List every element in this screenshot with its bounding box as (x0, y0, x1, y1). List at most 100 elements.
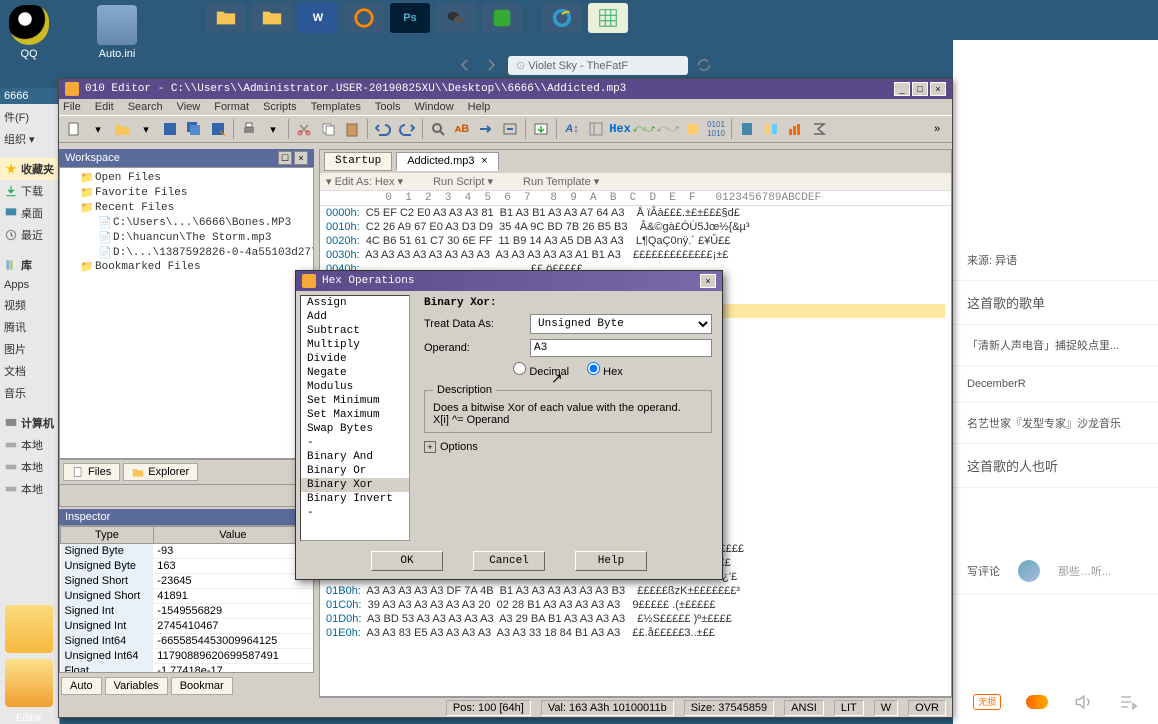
treat-data-select[interactable]: Unsigned Byte (530, 314, 712, 334)
print-icon[interactable] (238, 118, 260, 140)
files-tab[interactable]: Files (63, 463, 120, 481)
new-drop-icon[interactable]: ▾ (87, 118, 109, 140)
taskbar-ie[interactable] (542, 3, 582, 33)
run-script-dropdown[interactable]: Run Script ▾ (433, 175, 493, 188)
sidebar-recent[interactable]: 最近 (0, 224, 59, 246)
menu-tools[interactable]: Tools (375, 101, 401, 113)
close-button[interactable]: × (930, 82, 946, 96)
sidebar-comp[interactable]: 计算机 (0, 412, 59, 434)
inspector-row[interactable]: Signed Int64-6655854453009964125 (61, 634, 313, 649)
run-template-dropdown[interactable]: Run Template ▾ (523, 175, 599, 188)
save-icon[interactable] (159, 118, 181, 140)
op-item[interactable]: Binary Invert (301, 492, 409, 506)
binary-icon[interactable]: 01011010 (705, 118, 727, 140)
nav-fwd-icon[interactable] (482, 56, 500, 74)
dock-folder[interactable] (5, 605, 53, 653)
taskbar-folder1[interactable] (206, 3, 246, 33)
tpl2-icon[interactable]: ⤺⤻ (657, 118, 679, 140)
goto2-icon[interactable] (499, 118, 521, 140)
vip-badge[interactable] (1026, 695, 1048, 709)
title-bar[interactable]: 010 Editor - C:\\Users\\Administrator.US… (59, 79, 952, 99)
checksum-icon[interactable] (808, 118, 830, 140)
decimal-radio[interactable]: Decimal (513, 362, 569, 378)
findreplace-icon[interactable]: ᴀB (451, 118, 473, 140)
menu-templates[interactable]: Templates (311, 101, 361, 113)
sidebar-dl[interactable]: 下载 (0, 180, 59, 202)
help-button[interactable]: Help (575, 551, 647, 571)
hex-row[interactable]: 01D0h: A3 BD 53 A3 A3 A3 A3 A3 A3 29 BA … (326, 612, 945, 626)
open-icon[interactable] (111, 118, 133, 140)
op-item[interactable]: Add (301, 310, 409, 324)
nav-back-icon[interactable] (456, 56, 474, 74)
volume-icon[interactable] (1073, 692, 1093, 712)
write-comment[interactable]: 写评论 那些…听... (953, 548, 1158, 595)
cut-icon[interactable] (293, 118, 315, 140)
find-icon[interactable] (427, 118, 449, 140)
inspector-row[interactable]: Signed Byte-93 (61, 544, 313, 559)
menu-help[interactable]: Help (468, 101, 491, 113)
workspace-item[interactable]: 📁Recent Files (62, 200, 311, 215)
sidebar-drive3[interactable]: 本地 (0, 478, 59, 500)
sidebar-apps[interactable]: Apps (0, 276, 59, 294)
hex-row[interactable]: 0000h: C5 EF C2 E0 A3 A3 A3 81 B1 A3 B1 … (326, 206, 945, 220)
taskbar-photoshop[interactable]: Ps (390, 3, 430, 33)
options-expand[interactable]: +Options (424, 441, 712, 453)
panel-float-button[interactable]: ☐ (278, 151, 292, 165)
saveall-icon[interactable] (183, 118, 205, 140)
op-item[interactable]: Binary Xor (301, 478, 409, 492)
tab-startup[interactable]: Startup (324, 152, 392, 171)
op-item[interactable]: Assign (301, 296, 409, 310)
op-item[interactable]: - (301, 436, 409, 450)
overflow-icon[interactable]: » (926, 118, 948, 140)
maximize-button[interactable]: □ (912, 82, 928, 96)
sidebar-pic[interactable]: 图片 (0, 338, 59, 360)
new-icon[interactable] (63, 118, 85, 140)
sidebar-drive2[interactable]: 本地 (0, 456, 59, 478)
sidebar-org[interactable]: 组织 ▾ (0, 128, 59, 150)
inspector-row[interactable]: Unsigned Short41891 (61, 589, 313, 604)
menu-scripts[interactable]: Scripts (263, 101, 297, 113)
hex-row[interactable]: 0010h: C2 26 A9 67 E0 A3 D3 D9 35 4A 9C … (326, 220, 945, 234)
menu-file[interactable]: File (63, 101, 81, 113)
avatar[interactable] (1018, 560, 1040, 582)
op-item[interactable]: Set Minimum (301, 394, 409, 408)
redo-icon[interactable] (396, 118, 418, 140)
inspector-row[interactable]: Unsigned Int2745410467 (61, 619, 313, 634)
workspace-item[interactable]: 📄D:\...\1387592826-0-4a55103d277586dd (62, 245, 311, 260)
addr-icon[interactable] (585, 118, 607, 140)
op-item[interactable]: Set Maximum (301, 408, 409, 422)
workspace-item[interactable]: 📁Favorite Files (62, 185, 311, 200)
sidebar-fav[interactable]: 收藏夹 (0, 158, 59, 180)
op-item[interactable]: Modulus (301, 380, 409, 394)
print-drop[interactable]: ▾ (262, 118, 284, 140)
address-bar[interactable]: ⊙ Violet Sky - TheFatF (508, 56, 688, 75)
calc-icon[interactable] (736, 118, 758, 140)
menu-edit[interactable]: Edit (95, 101, 114, 113)
taskbar-excel[interactable] (588, 3, 628, 33)
hex-row[interactable]: 01E0h: A3 A3 83 E5 A3 A3 A3 A3 A3 A3 33 … (326, 626, 945, 640)
menu-view[interactable]: View (177, 101, 201, 113)
undo-icon[interactable] (372, 118, 394, 140)
inspector-row[interactable]: Unsigned Int6411790889620699587491 (61, 649, 313, 664)
music-item-2[interactable]: DecemberR (953, 366, 1158, 403)
desktop-icon-qq[interactable]: QQ (5, 5, 53, 60)
taskbar-folder2[interactable] (252, 3, 292, 33)
refresh-icon[interactable] (696, 57, 712, 73)
goto-icon[interactable] (475, 118, 497, 140)
sidebar-desktop[interactable]: 桌面 (0, 202, 59, 224)
op-item[interactable]: - (301, 506, 409, 520)
taskbar-word[interactable]: W (298, 3, 338, 33)
operations-list[interactable]: AssignAddSubtractMultiplyDivideNegateMod… (300, 295, 410, 541)
variables-tab[interactable]: Variables (105, 677, 168, 695)
tpl1-icon[interactable]: ⤺⤻ (633, 118, 655, 140)
taskbar-orangecircle[interactable] (344, 3, 384, 33)
sidebar-drive1[interactable]: 本地 (0, 434, 59, 456)
hist-icon[interactable] (784, 118, 806, 140)
auto-tab[interactable]: Auto (61, 677, 102, 695)
hex-row[interactable]: 0030h: A3 A3 A3 A3 A3 A3 A3 A3 A3 A3 A3 … (326, 248, 945, 262)
explorer-tab[interactable]: Explorer (123, 463, 198, 481)
inspector-row[interactable]: Float-1.77418e-17 (61, 664, 313, 674)
hex-row[interactable]: 01B0h: A3 A3 A3 A3 A3 DF 7A 4B B1 A3 A3 … (326, 584, 945, 598)
paste-icon[interactable] (341, 118, 363, 140)
saveas-icon[interactable] (207, 118, 229, 140)
